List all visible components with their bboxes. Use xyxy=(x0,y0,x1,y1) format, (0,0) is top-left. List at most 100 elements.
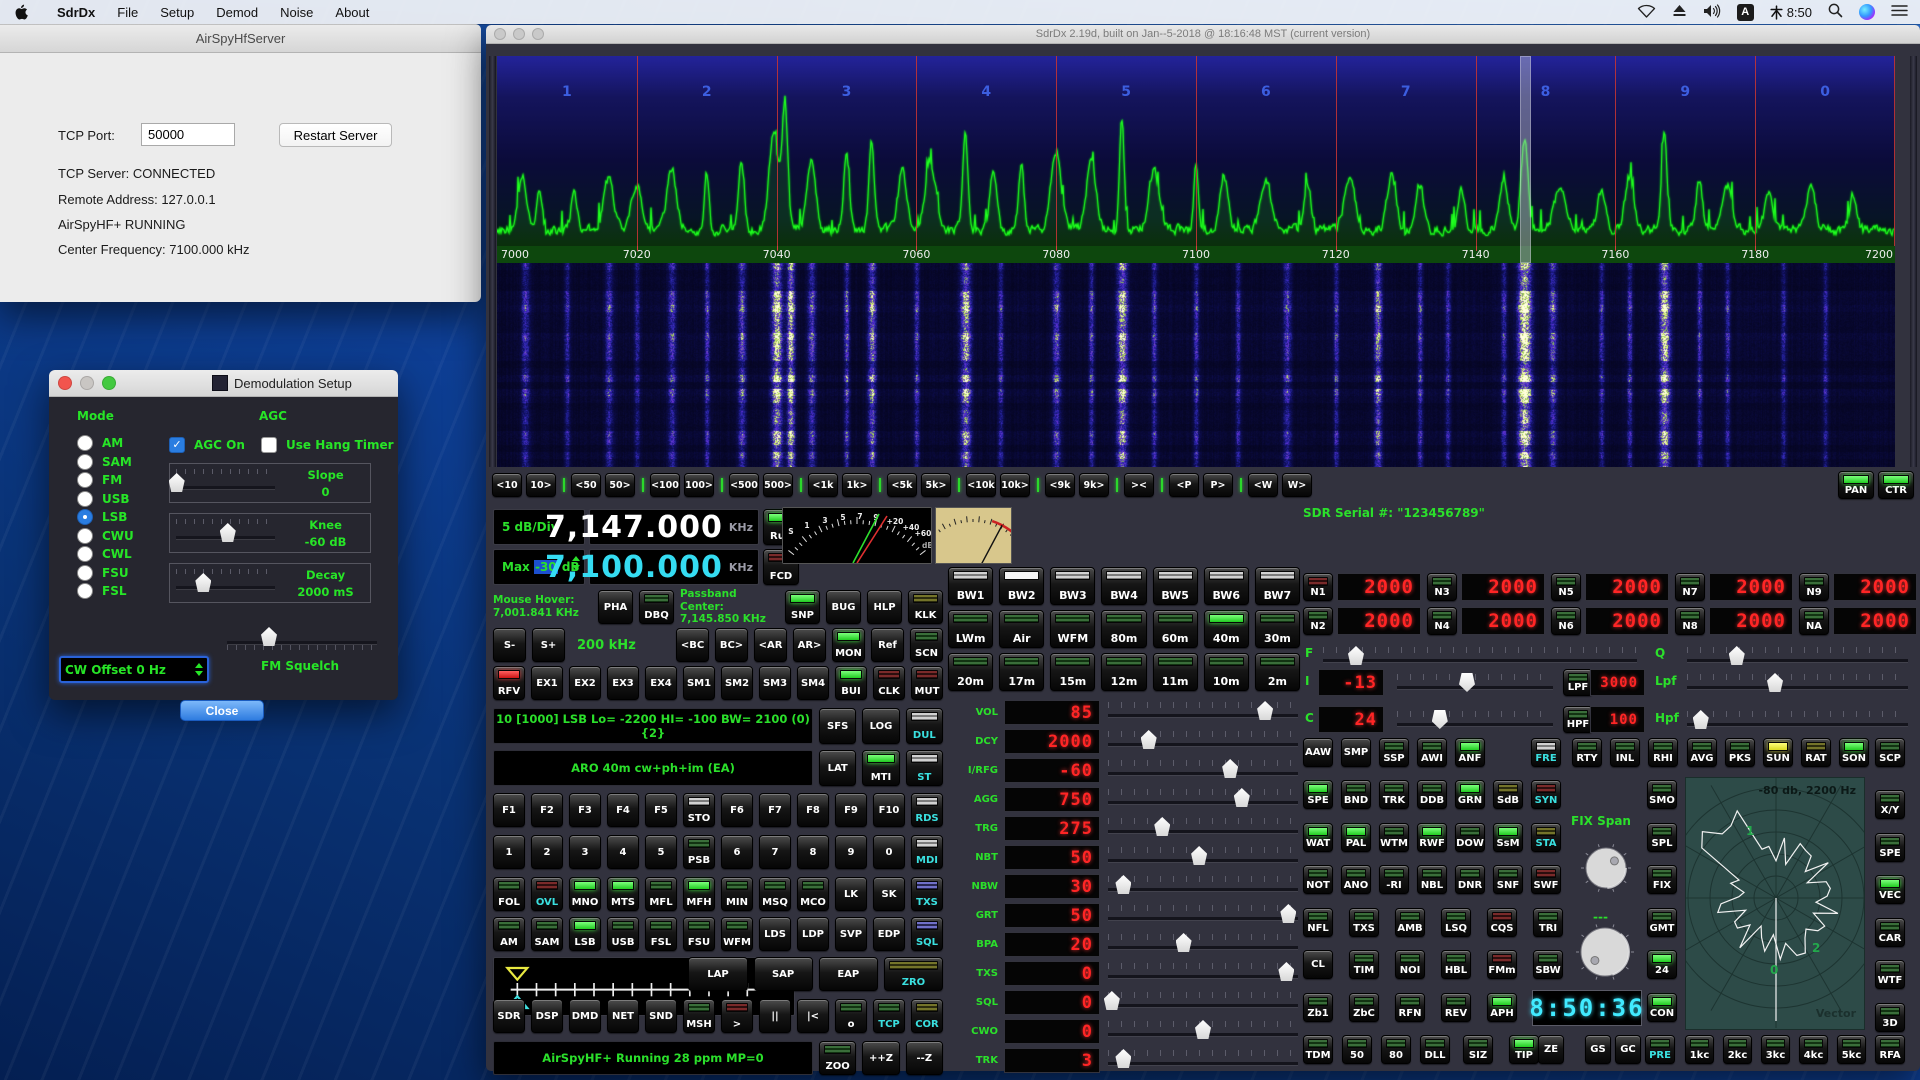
btn-cor[interactable]: COR xyxy=(911,999,943,1033)
btn-gs[interactable]: GS xyxy=(1585,1035,1611,1064)
btn-wtf[interactable]: WTF xyxy=(1875,960,1905,989)
btn-lk[interactable]: LK xyxy=(835,877,867,911)
param-slider[interactable] xyxy=(1106,903,1300,928)
filter-slider[interactable] xyxy=(1685,709,1910,733)
filter-slider[interactable] xyxy=(1395,709,1555,733)
btn-bug[interactable]: BUG xyxy=(826,590,861,624)
knob-aux[interactable] xyxy=(1575,922,1635,986)
btn-n8[interactable]: N8 xyxy=(1675,607,1705,635)
mode-radio-am[interactable]: AM xyxy=(77,435,123,451)
btn-bw4[interactable]: BW4 xyxy=(1101,567,1146,605)
slider-thumb[interactable] xyxy=(220,523,236,542)
btn-rfn[interactable]: RFN xyxy=(1395,993,1425,1022)
menu-item-setup[interactable]: Setup xyxy=(149,5,205,20)
btn-dmd[interactable]: DMD xyxy=(569,999,601,1033)
btn-f4[interactable]: F4 xyxy=(607,793,639,827)
btn-hpf[interactable]: HPF xyxy=(1563,706,1593,733)
radio-circle[interactable] xyxy=(77,435,93,451)
restart-server-button[interactable]: Restart Server xyxy=(279,123,392,147)
menu-clock[interactable]: 8:50 xyxy=(1770,5,1812,20)
radio-circle[interactable] xyxy=(77,565,93,581)
btn-nbl[interactable]: NBL xyxy=(1417,865,1447,894)
btn-s[interactable]: S- xyxy=(493,628,526,662)
btn-f2[interactable]: F2 xyxy=(531,793,563,827)
hang-timer-checkbox[interactable]: Use Hang Timer xyxy=(261,437,394,453)
btn-mut[interactable]: MUT xyxy=(911,666,943,700)
agc-on-checkbox-box[interactable]: ✓ xyxy=(169,437,185,453)
btn-ex4[interactable]: EX4 xyxy=(645,666,677,700)
btn-clk[interactable]: CLK xyxy=(873,666,905,700)
btn-rty[interactable]: RTY xyxy=(1572,738,1602,767)
radio-circle[interactable] xyxy=(77,583,93,599)
btn-fmm[interactable]: FMm xyxy=(1487,950,1517,979)
btn-msh[interactable]: MSH xyxy=(683,999,715,1033)
btn-nfl[interactable]: NFL xyxy=(1303,908,1333,937)
btn-log[interactable]: LOG xyxy=(862,708,899,744)
btn-w[interactable]: <W xyxy=(1248,473,1278,497)
mode-radio-cwu[interactable]: CWU xyxy=(77,528,134,544)
btn-zbc[interactable]: ZbC xyxy=(1349,993,1379,1022)
btn-sbw[interactable]: SBW xyxy=(1533,950,1563,979)
btn-60m[interactable]: 60m xyxy=(1153,610,1198,648)
btn-n7[interactable]: N7 xyxy=(1675,573,1705,601)
btn-pre[interactable]: PRE xyxy=(1645,1035,1675,1064)
btn-wat[interactable]: WAT xyxy=(1303,823,1333,852)
spotlight-icon[interactable] xyxy=(1828,3,1843,21)
btn-st[interactable]: ST xyxy=(906,750,943,786)
btn-17m[interactable]: 17m xyxy=(999,653,1044,691)
mode-radio-fsu[interactable]: FSU xyxy=(77,565,129,581)
btn-9k[interactable]: <9k xyxy=(1045,473,1075,497)
btn-rds[interactable]: RDS xyxy=(911,793,943,827)
btn-amb[interactable]: AMB xyxy=(1395,908,1425,937)
btn-ex2[interactable]: EX2 xyxy=(569,666,601,700)
agc-on-checkbox[interactable]: ✓ AGC On xyxy=(169,437,245,453)
btn-sap[interactable]: SAP xyxy=(754,957,813,991)
agc-slider-knee[interactable]: Knee-60 dB xyxy=(169,513,371,553)
apple-menu-icon[interactable] xyxy=(14,4,28,20)
btn-ssm[interactable]: SsM xyxy=(1493,823,1523,852)
siri-icon[interactable] xyxy=(1859,4,1875,20)
btn-tip[interactable]: TIP xyxy=(1509,1035,1539,1064)
btn-lds[interactable]: LDS xyxy=(759,917,791,951)
btn-2m[interactable]: 2m xyxy=(1255,653,1300,691)
btn-ovl[interactable]: OVL xyxy=(531,877,563,911)
param-slider[interactable] xyxy=(1106,874,1300,899)
btn-sql[interactable]: SQL xyxy=(911,917,943,951)
btn-8[interactable]: 8 xyxy=(797,835,829,869)
btn-2kc[interactable]: 2kc xyxy=(1723,1035,1752,1064)
btn-f1[interactable]: F1 xyxy=(493,793,525,827)
btn-usb[interactable]: USB xyxy=(607,917,639,951)
waterfall-display[interactable] xyxy=(497,263,1895,467)
knob-fix-span[interactable] xyxy=(1580,842,1632,898)
btn-gc[interactable]: GC xyxy=(1615,1035,1641,1064)
btn-30m[interactable]: 30m xyxy=(1255,610,1300,648)
btn-sm4[interactable]: SM4 xyxy=(797,666,829,700)
btn-5k[interactable]: 5k> xyxy=(921,473,951,497)
param-slider[interactable] xyxy=(1106,816,1300,841)
btn-f5[interactable]: F5 xyxy=(645,793,677,827)
btn-1kc[interactable]: 1kc xyxy=(1685,1035,1714,1064)
btn-sta[interactable]: STA xyxy=(1531,823,1561,852)
btn-eap[interactable]: EAP xyxy=(819,957,878,991)
btn-vec[interactable]: VEC xyxy=(1875,875,1905,904)
btn-12m[interactable]: 12m xyxy=(1101,653,1146,691)
btn-bw7[interactable]: BW7 xyxy=(1255,567,1300,605)
btn-txs[interactable]: TXS xyxy=(1349,908,1379,937)
btn-10m[interactable]: 10m xyxy=(1204,653,1249,691)
btn-80[interactable]: 80 xyxy=(1381,1035,1411,1064)
btn-scp[interactable]: SCP xyxy=(1875,738,1905,767)
btn-mts[interactable]: MTS xyxy=(607,877,639,911)
radio-circle[interactable] xyxy=(77,546,93,562)
btn-z[interactable]: ++Z xyxy=(862,1041,899,1075)
btn-con[interactable]: CON xyxy=(1647,993,1677,1022)
btn-f3[interactable]: F3 xyxy=(569,793,601,827)
btn-bc[interactable]: BC> xyxy=(715,628,748,662)
cw-offset-spinner[interactable]: CW Offset 0 Hz xyxy=(59,656,209,683)
btn-syn[interactable]: SYN xyxy=(1531,780,1561,809)
btn-10[interactable]: 10> xyxy=(526,473,556,497)
btn-mfl[interactable]: MFL xyxy=(645,877,677,911)
btn-ddb[interactable]: DDB xyxy=(1417,780,1447,809)
btn-sdr[interactable]: SDR xyxy=(493,999,525,1033)
btn-bui[interactable]: BUI xyxy=(835,666,867,700)
btn-dnr[interactable]: DNR xyxy=(1455,865,1485,894)
